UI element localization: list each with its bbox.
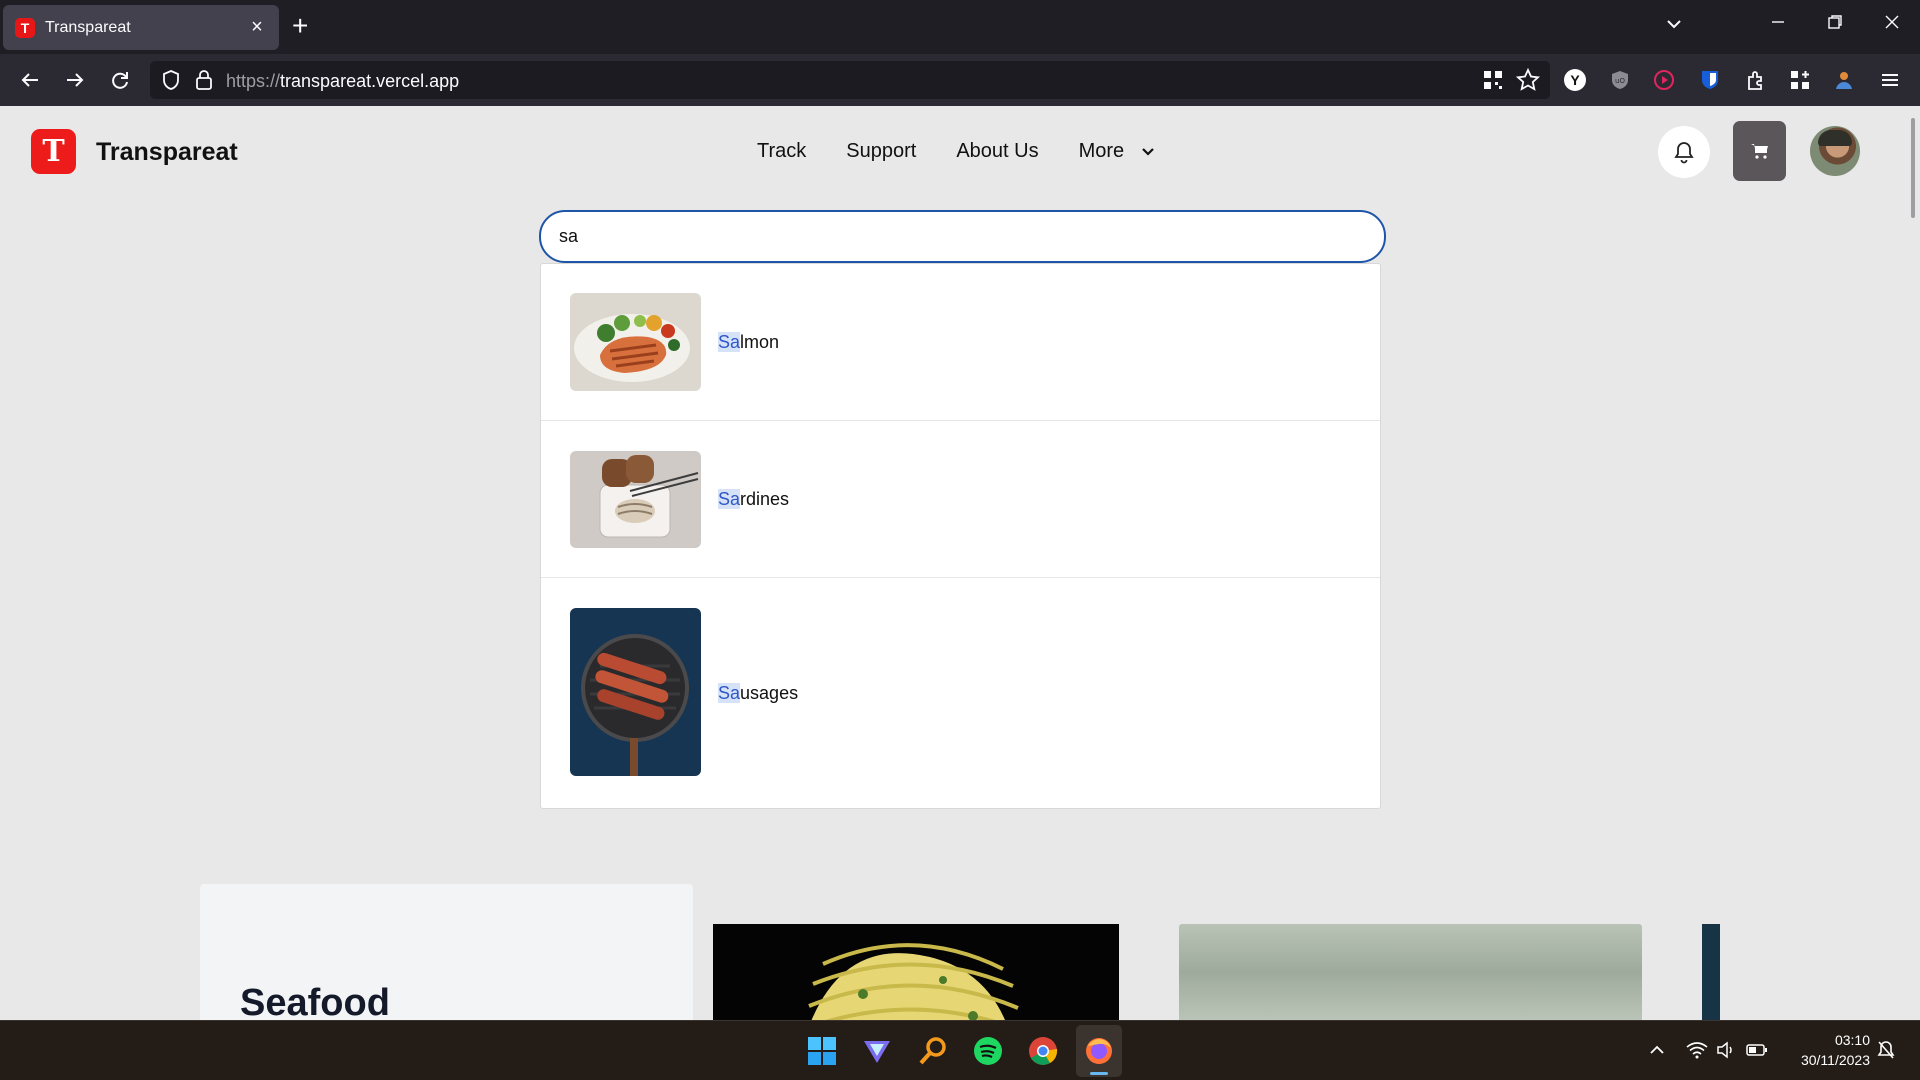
suggestion-item[interactable]: Salmon	[541, 264, 1380, 421]
lock-icon[interactable]	[194, 69, 214, 96]
browser-tab[interactable]: T Transpareat ×	[3, 5, 279, 50]
clock-date: 30/11/2023	[1800, 1052, 1870, 1068]
wifi-icon[interactable]	[1686, 1041, 1708, 1064]
notifications-button[interactable]	[1658, 126, 1710, 178]
forward-icon[interactable]	[61, 66, 89, 94]
cart-icon	[1750, 142, 1770, 160]
sausages-image	[570, 608, 701, 776]
volume-icon[interactable]	[1716, 1041, 1736, 1064]
minimize-icon[interactable]	[1768, 12, 1788, 38]
yomu-extension-icon[interactable]: Y	[1561, 66, 1589, 94]
spotify-icon[interactable]	[972, 1035, 1004, 1067]
food-image[interactable]	[1702, 924, 1720, 1020]
search-input[interactable]: sa	[539, 210, 1386, 263]
search-suggestions: Salmon Sardines Sausages	[540, 263, 1381, 809]
pasta-image[interactable]	[713, 924, 1119, 1020]
chrome-icon[interactable]	[1027, 1035, 1059, 1067]
notification-center-icon[interactable]	[1876, 1039, 1896, 1066]
address-bar[interactable]: https://transpareat.vercel.app	[150, 61, 1550, 99]
suggestion-label: Sausages	[718, 682, 799, 703]
taskbar: 03:10 30/11/2023	[0, 1020, 1920, 1080]
show-hidden-icons-icon[interactable]	[1648, 1041, 1666, 1064]
browser-toolbar: https://transpareat.vercel.app Y uO	[0, 54, 1920, 106]
page-scrollbar[interactable]	[1911, 118, 1915, 218]
battery-icon[interactable]	[1746, 1041, 1768, 1064]
bookmark-star-icon[interactable]	[1515, 67, 1541, 97]
salmon-image	[570, 293, 701, 391]
apps-grid-icon[interactable]	[1786, 66, 1814, 94]
taskbar-clock[interactable]: 03:10 30/11/2023	[1780, 1030, 1870, 1070]
search-tool-icon[interactable]	[917, 1035, 949, 1067]
bell-icon	[1673, 140, 1695, 164]
windows-start-icon[interactable]	[806, 1035, 838, 1067]
tab-close-icon[interactable]: ×	[247, 16, 267, 39]
video-extension-icon[interactable]	[1650, 66, 1678, 94]
restore-icon[interactable]	[1825, 12, 1845, 38]
reload-icon[interactable]	[106, 66, 134, 94]
menu-hamburger-icon[interactable]	[1876, 66, 1904, 94]
new-tab-icon[interactable]: +	[292, 11, 308, 41]
page-content: T Transpareat Track Support About Us Mor…	[0, 106, 1920, 1020]
bitwarden-icon[interactable]	[1696, 66, 1724, 94]
category-card[interactable]: Seafood	[200, 884, 693, 1020]
browser-tab-strip: T Transpareat × +	[0, 0, 1920, 54]
sardines-image	[570, 451, 701, 548]
list-all-tabs-icon[interactable]	[1664, 14, 1684, 39]
food-image[interactable]	[1179, 924, 1642, 1020]
url-text[interactable]: https://transpareat.vercel.app	[226, 71, 459, 92]
nav-more-label: More	[1078, 140, 1125, 162]
site-brand[interactable]: Transpareat	[96, 138, 238, 167]
firefox-icon[interactable]	[1083, 1035, 1115, 1067]
user-avatar[interactable]	[1810, 126, 1860, 176]
site-logo[interactable]: T	[31, 129, 76, 174]
cart-button[interactable]	[1733, 121, 1786, 181]
qr-code-icon[interactable]	[1482, 69, 1504, 96]
clock-time: 03:10	[1834, 1032, 1870, 1048]
tab-title: Transpareat	[45, 18, 131, 36]
extensions-puzzle-icon[interactable]	[1742, 66, 1770, 94]
back-icon[interactable]	[16, 66, 44, 94]
main-nav: Track Support About Us More	[757, 140, 1156, 163]
category-title: Seafood	[240, 982, 390, 1020]
nav-about-us[interactable]: About Us	[956, 140, 1038, 163]
suggestion-label: Sardines	[718, 488, 790, 509]
suggestion-item[interactable]: Sausages	[541, 578, 1380, 808]
tab-favicon-icon: T	[15, 17, 35, 38]
ublock-icon[interactable]: uO	[1606, 66, 1634, 94]
svg-text:uO: uO	[1615, 77, 1625, 85]
suggestion-item[interactable]: Sardines	[541, 421, 1380, 578]
chevron-down-icon	[1140, 144, 1156, 160]
close-window-icon[interactable]	[1882, 12, 1902, 38]
nav-more[interactable]: More	[1079, 140, 1157, 163]
active-indicator	[1090, 1072, 1108, 1075]
suggestion-label: Salmon	[718, 331, 780, 352]
tracking-shield-icon[interactable]	[160, 69, 182, 96]
search-query: sa	[559, 226, 579, 246]
nav-track[interactable]: Track	[757, 140, 806, 163]
proton-vpn-icon[interactable]	[861, 1035, 893, 1067]
profile-extension-icon[interactable]	[1830, 66, 1858, 94]
nav-support[interactable]: Support	[846, 140, 916, 163]
